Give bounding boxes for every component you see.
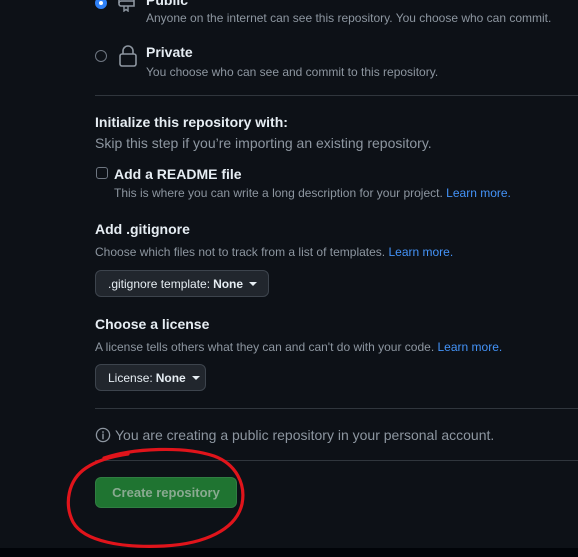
chevron-down-icon: [249, 281, 258, 286]
divider: [95, 460, 578, 461]
create-repository-button[interactable]: Create repository: [95, 477, 237, 508]
repo-icon: [117, 0, 139, 13]
left-gutter: [0, 0, 14, 557]
license-description: A license tells others what they can and…: [95, 340, 502, 354]
divider: [95, 408, 578, 409]
initialize-subheading: Skip this step if you’re importing an ex…: [95, 135, 432, 151]
license-dropdown[interactable]: License: None: [95, 364, 206, 391]
gitignore-dropdown-prefix: .gitignore template:: [108, 276, 211, 291]
public-title: Public: [146, 0, 189, 8]
license-dropdown-prefix: License:: [108, 370, 153, 385]
public-repository-notice: You are creating a public repository in …: [95, 427, 494, 443]
divider: [95, 95, 578, 96]
initialize-heading: Initialize this repository with:: [95, 114, 288, 130]
visibility-option-public[interactable]: Public Anyone on the internet can see th…: [95, 0, 565, 30]
license-heading: Choose a license: [95, 316, 210, 332]
readme-learn-more-link[interactable]: Learn more.: [446, 186, 511, 200]
private-description: You choose who can see and commit to thi…: [146, 65, 439, 79]
gitignore-description-text: Choose which files not to track from a l…: [95, 245, 386, 259]
bottom-strip: [0, 548, 578, 557]
private-title: Private: [146, 44, 193, 60]
readme-label[interactable]: Add a README file: [114, 166, 242, 182]
gitignore-dropdown-value: None: [213, 276, 244, 291]
public-description: Anyone on the internet can see this repo…: [146, 11, 552, 25]
info-icon: [95, 427, 111, 443]
gitignore-description: Choose which files not to track from a l…: [95, 245, 453, 259]
visibility-option-private[interactable]: Private You choose who can see and commi…: [95, 44, 565, 82]
readme-description: This is where you can write a long descr…: [114, 186, 511, 200]
gitignore-learn-more-link[interactable]: Learn more.: [388, 245, 453, 259]
chevron-down-icon: [191, 375, 200, 380]
license-description-text: A license tells others what they can and…: [95, 340, 435, 354]
license-dropdown-value: None: [155, 370, 186, 385]
create-repository-label: Create repository: [112, 485, 220, 500]
notice-text: You are creating a public repository in …: [115, 427, 495, 443]
license-learn-more-link[interactable]: Learn more.: [438, 340, 503, 354]
readme-checkbox[interactable]: [96, 167, 108, 179]
private-radio[interactable]: [95, 50, 107, 62]
gitignore-heading: Add .gitignore: [95, 221, 190, 237]
lock-icon: [117, 44, 139, 68]
gitignore-template-dropdown[interactable]: .gitignore template: None: [95, 270, 269, 297]
new-repository-form-page: Public Anyone on the internet can see th…: [0, 0, 578, 557]
readme-description-text: This is where you can write a long descr…: [114, 186, 443, 200]
public-radio[interactable]: [95, 0, 107, 9]
